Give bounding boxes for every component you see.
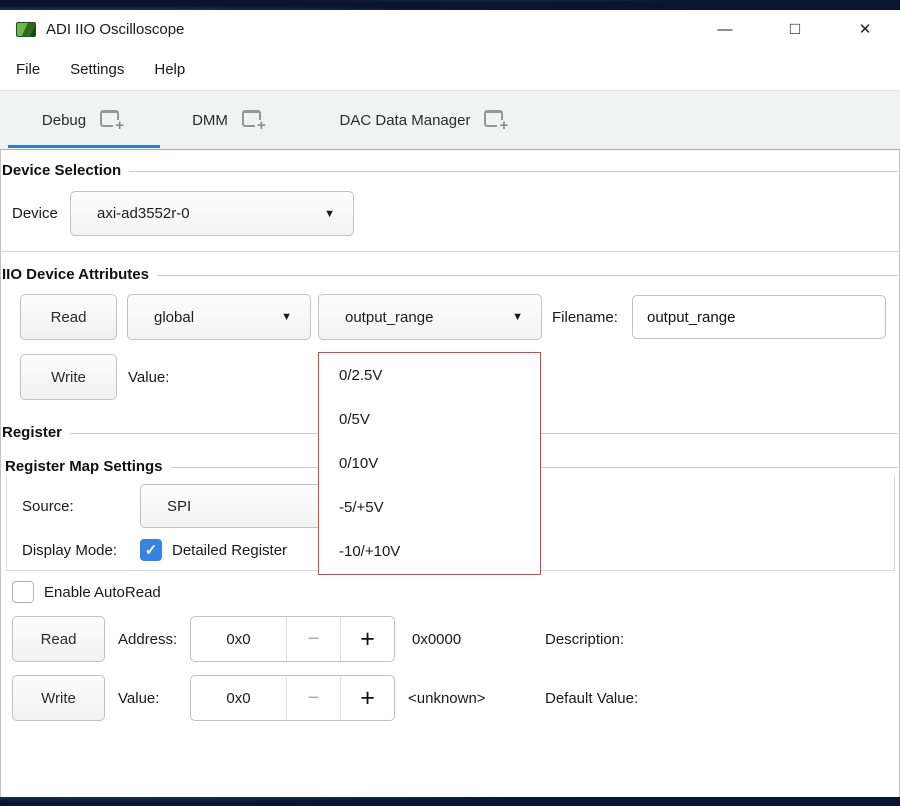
address-hex-value: 0x0000	[412, 616, 461, 662]
attribute-category-dropdown[interactable]: global ▼	[127, 294, 311, 340]
detailed-register-label: Detailed Register	[172, 532, 287, 568]
maximize-button[interactable]: □	[760, 10, 830, 48]
new-window-plus-icon[interactable]: +	[100, 110, 126, 131]
iio-attributes-group-header: IIO Device Attributes	[2, 266, 898, 283]
group-frame-line	[129, 171, 898, 172]
filename-input[interactable]	[632, 295, 886, 339]
enable-autoread-checkbox[interactable]	[12, 581, 34, 603]
title-bar: ADI IIO Oscilloscope — □ ✕	[0, 10, 900, 48]
group-frame-line	[157, 275, 898, 276]
desktop-wallpaper-strip-top	[0, 0, 900, 10]
enable-autoread-label: Enable AutoRead	[44, 580, 161, 604]
plus-glyph: +	[497, 120, 510, 133]
maximize-icon: □	[790, 19, 800, 39]
dropdown-option-neg5-pos5v[interactable]: -5/+5V	[319, 486, 540, 530]
description-label: Description:	[545, 616, 624, 662]
read-attribute-button[interactable]: Read	[20, 294, 117, 340]
dropdown-option-neg10-pos10v[interactable]: -10/+10V	[319, 530, 540, 574]
attribute-name-value: output_range	[345, 309, 433, 326]
dropdown-option-0-2.5v[interactable]: 0/2.5V	[319, 353, 540, 397]
attribute-options-popup: 0/2.5V 0/5V 0/10V -5/+5V -10/+10V	[318, 352, 541, 575]
attribute-value-label: Value:	[128, 354, 169, 400]
close-icon: ✕	[859, 20, 872, 38]
value-unknown-display: <unknown>	[408, 675, 486, 721]
new-window-plus-icon[interactable]: +	[484, 110, 510, 131]
active-tab-indicator	[8, 145, 160, 148]
device-selection-group-label: Device Selection	[2, 162, 121, 179]
display-mode-label: Display Mode:	[22, 532, 117, 568]
new-window-plus-icon[interactable]: +	[242, 110, 268, 131]
plus-icon: +	[360, 625, 375, 654]
menu-item-help[interactable]: Help	[152, 57, 187, 82]
window-controls: — □ ✕	[690, 10, 900, 48]
minimize-button[interactable]: —	[690, 10, 760, 48]
tab-debug[interactable]: Debug +	[8, 91, 160, 149]
tab-dmm[interactable]: DMM +	[172, 91, 288, 149]
attribute-category-value: global	[154, 309, 194, 326]
device-selection-group-header: Device Selection	[2, 162, 898, 179]
desktop-wallpaper-strip-bottom	[0, 797, 900, 806]
tab-strip: Debug + DMM + DAC Data Manager +	[0, 90, 900, 150]
dropdown-option-0-10v[interactable]: 0/10V	[319, 441, 540, 485]
default-value-label: Default Value:	[545, 675, 638, 721]
register-value[interactable]: 0x0	[191, 676, 286, 720]
source-label: Source:	[22, 484, 74, 528]
app-icon	[16, 22, 36, 37]
tab-debug-label: Debug	[42, 112, 86, 129]
tab-dac-label: DAC Data Manager	[340, 112, 471, 129]
chevron-down-icon: ▼	[512, 311, 523, 323]
register-map-settings-label: Register Map Settings	[5, 458, 163, 475]
iio-attributes-group-label: IIO Device Attributes	[2, 266, 149, 283]
source-dropdown-value: SPI	[167, 498, 191, 515]
tab-dmm-label: DMM	[192, 112, 228, 129]
chevron-down-icon: ▼	[281, 311, 292, 323]
address-label: Address:	[118, 616, 177, 662]
attribute-name-dropdown[interactable]: output_range ▼	[318, 294, 542, 340]
register-read-button[interactable]: Read	[12, 616, 105, 662]
minus-icon: −	[308, 687, 320, 710]
plus-icon: +	[360, 684, 375, 713]
address-spinbox: 0x0 − +	[190, 616, 395, 662]
register-group-label: Register	[2, 424, 62, 441]
device-label: Device	[12, 190, 58, 236]
filename-label: Filename:	[552, 294, 618, 340]
address-decrement-button[interactable]: −	[286, 617, 340, 661]
value-decrement-button[interactable]: −	[286, 676, 340, 720]
minus-icon: −	[308, 628, 320, 651]
window-title: ADI IIO Oscilloscope	[46, 21, 184, 38]
value-increment-button[interactable]: +	[340, 676, 394, 720]
address-value[interactable]: 0x0	[191, 617, 286, 661]
group-bottom-line	[0, 251, 900, 252]
write-attribute-button[interactable]: Write	[20, 354, 117, 400]
tab-dac-data-manager[interactable]: DAC Data Manager +	[302, 91, 548, 149]
menu-item-file[interactable]: File	[14, 57, 42, 82]
minimize-icon: —	[718, 21, 733, 38]
register-write-button[interactable]: Write	[12, 675, 105, 721]
plus-glyph: +	[113, 120, 126, 133]
detailed-register-checkbox[interactable]: ✓	[140, 539, 162, 561]
plus-glyph: +	[255, 120, 268, 133]
device-dropdown-value: axi-ad3552r-0	[97, 205, 190, 222]
device-dropdown[interactable]: axi-ad3552r-0 ▼	[70, 191, 354, 236]
menu-item-settings[interactable]: Settings	[68, 57, 126, 82]
chevron-down-icon: ▼	[324, 208, 335, 220]
address-increment-button[interactable]: +	[340, 617, 394, 661]
register-value-label: Value:	[118, 675, 159, 721]
dropdown-option-0-5v[interactable]: 0/5V	[319, 397, 540, 441]
close-button[interactable]: ✕	[830, 10, 900, 48]
check-icon: ✓	[145, 541, 158, 559]
menu-bar: File Settings Help	[0, 48, 900, 90]
value-spinbox: 0x0 − +	[190, 675, 395, 721]
